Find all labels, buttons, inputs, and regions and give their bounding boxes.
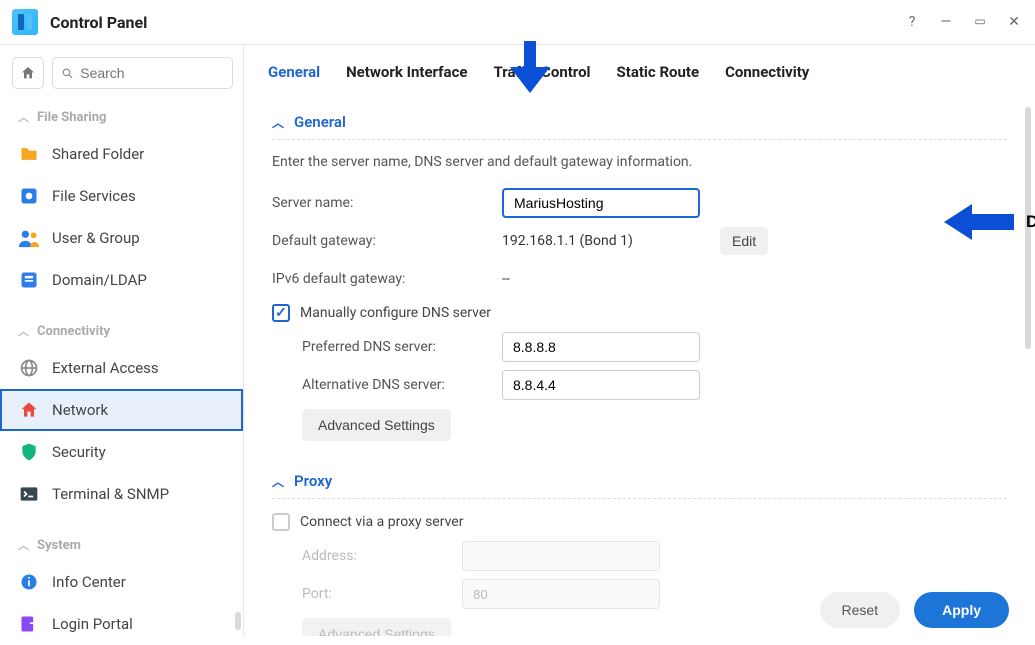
sidebar-item-label: External Access	[52, 359, 159, 377]
alternative-dns-label: Alternative DNS server:	[302, 377, 502, 393]
chevron-up-icon: ︿	[18, 323, 29, 339]
domain-ldap-icon	[18, 269, 40, 291]
default-gateway-label: Default gateway:	[272, 233, 502, 249]
sidebar-scrollbar-thumb[interactable]	[235, 612, 241, 630]
search-icon	[61, 66, 74, 81]
alternative-dns-input[interactable]	[502, 370, 700, 400]
section-label: File Sharing	[37, 110, 106, 125]
scrollbar-thumb[interactable]	[1025, 107, 1031, 349]
content-scrollbar[interactable]	[1025, 107, 1031, 547]
sidebar-item-external-access[interactable]: External Access	[0, 347, 243, 389]
section-connectivity[interactable]: ︿ Connectivity	[0, 313, 243, 347]
home-icon	[20, 65, 36, 81]
proxy-advanced-button: Advanced Settings	[302, 618, 451, 636]
info-icon	[18, 571, 40, 593]
sidebar-item-label: Info Center	[52, 573, 126, 591]
chevron-up-icon: ︿	[18, 537, 29, 553]
edit-gateway-button[interactable]: Edit	[720, 227, 768, 255]
preferred-dns-label: Preferred DNS server:	[302, 339, 502, 355]
chevron-up-icon: ︿	[272, 114, 284, 131]
section-label: System	[37, 538, 81, 553]
panel-header-proxy[interactable]: ︿ Proxy	[272, 464, 1007, 499]
proxy-check-label: Connect via a proxy server	[300, 514, 463, 530]
search-box[interactable]	[52, 57, 233, 89]
search-input[interactable]	[80, 65, 224, 81]
proxy-address-label: Address:	[302, 548, 462, 564]
tabs: General Network Interface Traffic Contro…	[244, 45, 1035, 99]
apply-button[interactable]: Apply	[914, 592, 1009, 628]
tab-network-interface[interactable]: Network Interface	[346, 63, 467, 85]
checkbox-unchecked-icon[interactable]: ✓	[272, 513, 290, 531]
sidebar-item-shared-folder[interactable]: Shared Folder	[0, 133, 243, 175]
section-label: Connectivity	[37, 324, 110, 339]
globe-icon	[18, 357, 40, 379]
sidebar-item-label: Network	[52, 401, 108, 419]
sidebar-item-label: Shared Folder	[52, 145, 144, 163]
dns-advanced-button[interactable]: Advanced Settings	[302, 409, 451, 441]
dns-manual-label: Manually configure DNS server	[300, 305, 491, 321]
tab-connectivity[interactable]: Connectivity	[725, 63, 809, 85]
section-system[interactable]: ︿ System	[0, 527, 243, 561]
user-group-icon	[18, 227, 40, 249]
sidebar-item-user-group[interactable]: User & Group	[0, 217, 243, 259]
window-title: Control Panel	[50, 13, 147, 32]
panel-header-general[interactable]: ︿ General	[272, 105, 1007, 140]
proxy-address-input	[462, 541, 660, 571]
panel-title: Proxy	[294, 472, 332, 490]
preferred-dns-input[interactable]	[502, 332, 700, 362]
network-icon	[18, 399, 40, 421]
server-name-input[interactable]	[502, 188, 700, 218]
sidebar-item-file-services[interactable]: File Services	[0, 175, 243, 217]
folder-icon	[18, 143, 40, 165]
sidebar-item-label: Terminal & SNMP	[52, 485, 169, 503]
file-services-icon	[18, 185, 40, 207]
chevron-up-icon: ︿	[272, 473, 284, 490]
sidebar-item-domain-ldap[interactable]: Domain/LDAP	[0, 259, 243, 301]
server-name-label: Server name:	[272, 195, 502, 211]
sidebar-item-label: User & Group	[52, 229, 140, 247]
login-portal-icon	[18, 613, 40, 635]
panel-title: General	[294, 113, 346, 131]
bottom-button-bar: Reset Apply	[820, 592, 1009, 628]
sidebar-item-label: Domain/LDAP	[52, 271, 147, 289]
tab-static-route[interactable]: Static Route	[617, 63, 700, 85]
checkbox-checked-icon[interactable]: ✓	[272, 304, 290, 322]
maximize-icon[interactable]: ▭	[971, 14, 989, 30]
sidebar-item-info-center[interactable]: Info Center	[0, 561, 243, 603]
sidebar: ︿ File Sharing Shared Folder File Servic…	[0, 44, 244, 636]
shield-icon	[18, 441, 40, 463]
chevron-up-icon: ︿	[18, 109, 29, 125]
sidebar-item-label: Security	[52, 443, 106, 461]
control-panel-icon	[12, 9, 38, 35]
ipv6-gateway-label: IPv6 default gateway:	[272, 271, 502, 287]
general-description: Enter the server name, DNS server and de…	[272, 154, 1007, 170]
home-button[interactable]	[12, 57, 44, 89]
titlebar: Control Panel ? — ▭ ✕	[0, 0, 1035, 44]
close-icon[interactable]: ✕	[1005, 14, 1023, 30]
sidebar-item-security[interactable]: Security	[0, 431, 243, 473]
proxy-port-label: Port:	[302, 586, 462, 602]
tab-general[interactable]: General	[268, 63, 320, 85]
sidebar-item-label: File Services	[52, 187, 136, 205]
proxy-checkbox-row[interactable]: ✓ Connect via a proxy server	[272, 513, 1007, 531]
tab-traffic-control[interactable]: Traffic Control	[493, 63, 590, 85]
default-gateway-value: 192.168.1.1 (Bond 1)	[502, 233, 712, 249]
sidebar-item-network[interactable]: Network	[0, 389, 243, 431]
dns-manual-checkbox-row[interactable]: ✓ Manually configure DNS server	[272, 304, 1007, 322]
sidebar-item-terminal-snmp[interactable]: Terminal & SNMP	[0, 473, 243, 515]
minimize-icon[interactable]: —	[937, 14, 955, 30]
section-file-sharing[interactable]: ︿ File Sharing	[0, 99, 243, 133]
sidebar-item-login-portal[interactable]: Login Portal	[0, 603, 243, 645]
reset-button[interactable]: Reset	[820, 592, 901, 628]
ipv6-gateway-value: --	[502, 271, 712, 287]
panel-general: ︿ General Enter the server name, DNS ser…	[244, 99, 1035, 458]
help-icon[interactable]: ?	[903, 14, 921, 30]
content-area: DSM_HOSTNAME General Network Interface T…	[244, 44, 1035, 636]
sidebar-item-label: Login Portal	[52, 615, 133, 633]
terminal-icon	[18, 483, 40, 505]
proxy-port-input	[462, 579, 660, 609]
